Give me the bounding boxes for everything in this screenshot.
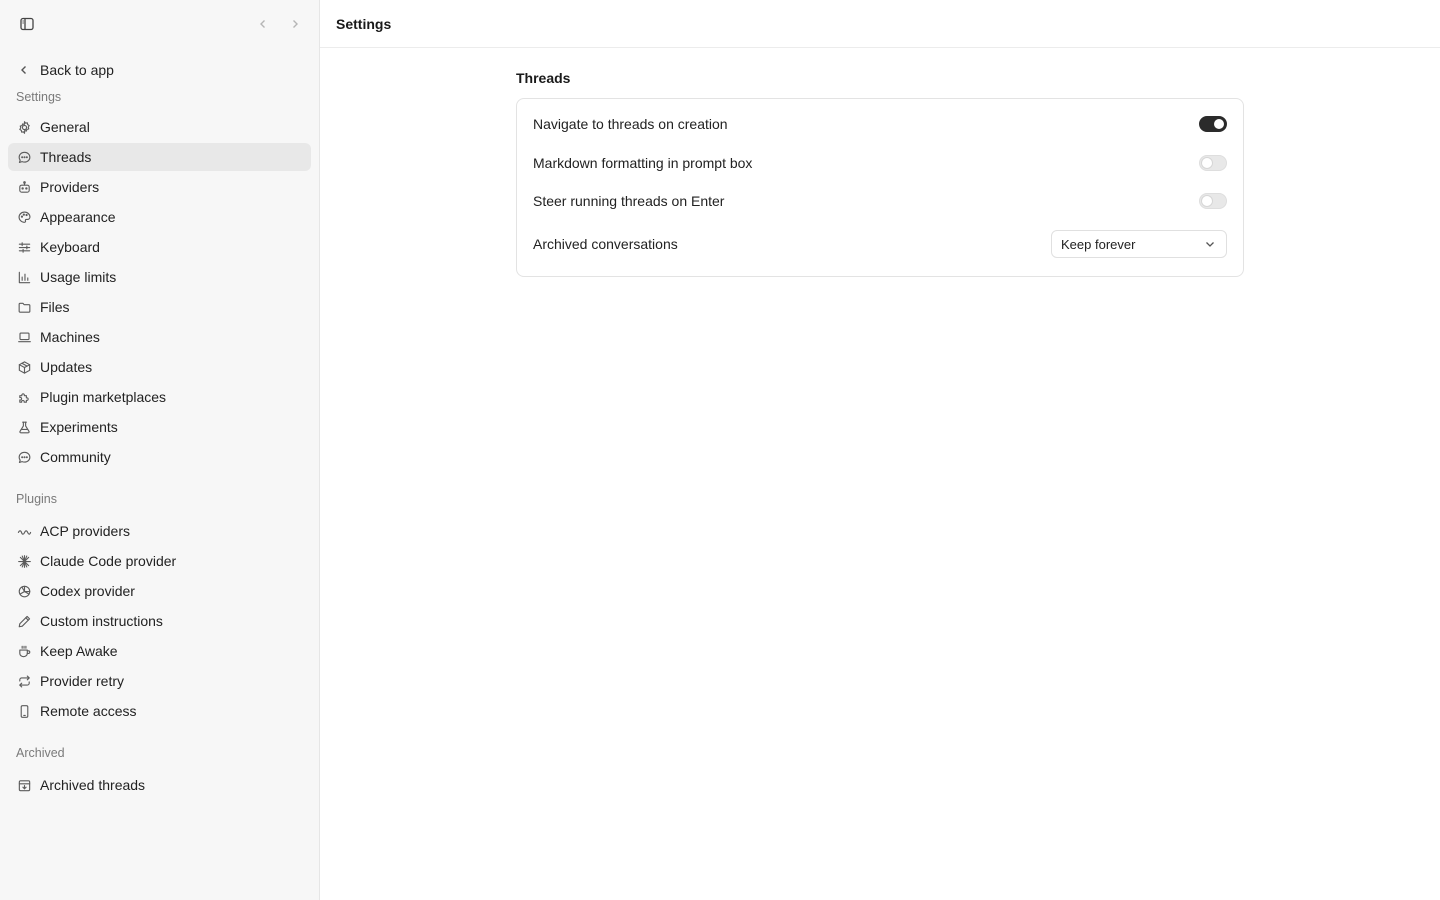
sidebar-item-label: Machines <box>40 329 100 345</box>
markdown-formatting-toggle[interactable] <box>1199 154 1227 171</box>
sidebar-item-label: Files <box>40 299 70 315</box>
section-label-settings: Settings <box>16 90 62 104</box>
sidebar-item-label: Remote access <box>40 703 137 719</box>
page-title: Settings <box>320 0 1440 48</box>
chevron-down-icon <box>1204 238 1216 250</box>
sidebar-item-updates[interactable]: Updates <box>8 353 311 381</box>
package-icon <box>16 359 32 375</box>
sidebar-item-label: Codex provider <box>40 583 135 599</box>
steer-on-enter-toggle[interactable] <box>1199 193 1227 210</box>
setting-row-steer: Steer running threads on Enter <box>533 182 1227 221</box>
folder-icon <box>16 299 32 315</box>
sidebar-item-label: Provider retry <box>40 673 125 689</box>
sidebar-item-label: ACP providers <box>40 523 131 539</box>
chat-bubble-icon <box>16 449 32 465</box>
acp-icon <box>16 523 32 539</box>
section-label-archived: Archived <box>16 746 65 760</box>
sidebar-item-label: Custom instructions <box>40 613 163 629</box>
chevron-left-icon <box>16 64 32 76</box>
setting-row-markdown: Markdown formatting in prompt box <box>533 144 1227 183</box>
setting-label: Steer running threads on Enter <box>533 193 725 210</box>
sidebar-item-archived-threads[interactable]: Archived threads <box>8 771 311 799</box>
puzzle-icon <box>16 389 32 405</box>
sidebar-item-community[interactable]: Community <box>8 443 311 471</box>
sidebar-item-files[interactable]: Files <box>8 293 311 321</box>
sidebar-item-appearance[interactable]: Appearance <box>8 203 311 231</box>
laptop-icon <box>16 329 32 345</box>
archive-icon <box>16 777 32 793</box>
sidebar-nav: Settings General Threads Providers Appearanc… <box>0 87 319 799</box>
sidebar-item-label: Claude Code provider <box>40 553 177 569</box>
sidebar-item-keep-awake[interactable]: Keep Awake <box>8 637 311 665</box>
phone-icon <box>16 703 32 719</box>
flask-icon <box>16 419 32 435</box>
section-label-plugins: Plugins <box>16 492 57 506</box>
chevron-right-icon[interactable] <box>285 14 305 34</box>
sidebar-item-plugin-marketplaces[interactable]: Plugin marketplaces <box>8 383 311 411</box>
main-panel: Settings Threads Navigate to threads on … <box>320 0 1440 900</box>
sidebar-item-codex-provider[interactable]: Codex provider <box>8 577 311 605</box>
sidebar-item-label: Usage limits <box>40 269 117 285</box>
sidebar-item-experiments[interactable]: Experiments <box>8 413 311 441</box>
section-title: Threads <box>516 70 571 86</box>
setting-label: Markdown formatting in prompt box <box>533 154 753 171</box>
setting-row-navigate: Navigate to threads on creation <box>533 105 1227 144</box>
history-nav <box>253 14 305 34</box>
coffee-icon <box>16 643 32 659</box>
sidebar-item-label: General <box>40 119 90 135</box>
openai-icon <box>16 583 32 599</box>
sidebar-item-label: Experiments <box>40 419 118 435</box>
sidebar: Back to app Settings General Threads Provid… <box>0 0 320 900</box>
sidebar-item-label: Keep Awake <box>40 643 118 659</box>
sidebar-item-general[interactable]: General <box>8 113 311 141</box>
sidebar-item-label: Keyboard <box>40 239 100 255</box>
sidebar-item-claude-code-provider[interactable]: Claude Code provider <box>8 547 311 575</box>
settings-card: Navigate to threads on creation Markdown… <box>516 98 1244 277</box>
sidebar-item-usage-limits[interactable]: Usage limits <box>8 263 311 291</box>
sidebar-item-label: Plugin marketplaces <box>40 389 167 405</box>
setting-label: Archived conversations <box>533 236 678 252</box>
sliders-icon <box>16 239 32 255</box>
sidebar-item-providers[interactable]: Providers <box>8 173 311 201</box>
robot-icon <box>16 179 32 195</box>
sidebar-item-acp-providers[interactable]: ACP providers <box>8 517 311 545</box>
chat-bubble-icon <box>16 149 32 165</box>
navigate-on-creation-toggle[interactable] <box>1199 116 1227 133</box>
sidebar-item-keyboard[interactable]: Keyboard <box>8 233 311 261</box>
toggle-knob <box>1202 196 1212 207</box>
sidebar-item-label: Updates <box>40 359 93 375</box>
palette-icon <box>16 209 32 225</box>
chevron-left-icon[interactable] <box>253 14 273 34</box>
gear-icon <box>16 119 32 135</box>
sidebar-item-label: Archived threads <box>40 777 146 793</box>
toggle-knob <box>1214 119 1224 130</box>
threads-settings: Threads Navigate to threads on creation … <box>516 68 1244 277</box>
sidebar-item-machines[interactable]: Machines <box>8 323 311 351</box>
sidebar-item-provider-retry[interactable]: Provider retry <box>8 667 311 695</box>
sidebar-item-label: Appearance <box>40 209 116 225</box>
back-to-app-link[interactable]: Back to app <box>8 56 311 84</box>
back-to-app-label: Back to app <box>40 62 114 78</box>
pencil-icon <box>16 613 32 629</box>
setting-label: Navigate to threads on creation <box>533 116 728 133</box>
archived-conversations-select[interactable]: Keep forever <box>1051 230 1227 258</box>
toggle-knob <box>1202 157 1212 168</box>
sidebar-item-threads[interactable]: Threads <box>8 143 311 171</box>
select-value: Keep forever <box>1061 236 1136 252</box>
sidebar-item-label: Providers <box>40 179 100 195</box>
repeat-icon <box>16 673 32 689</box>
setting-row-archived: Archived conversations Keep forever <box>533 221 1227 268</box>
sidebar-item-custom-instructions[interactable]: Custom instructions <box>8 607 311 635</box>
asterisk-icon <box>16 553 32 569</box>
bar-chart-icon <box>16 269 32 285</box>
sidebar-toggle-icon[interactable] <box>17 14 37 34</box>
sidebar-item-label: Threads <box>40 149 92 165</box>
sidebar-item-remote-access[interactable]: Remote access <box>8 697 311 725</box>
sidebar-toolbar <box>0 0 319 48</box>
app-window: Back to app Settings General Threads Provid… <box>0 0 1440 900</box>
sidebar-item-label: Community <box>40 449 111 465</box>
